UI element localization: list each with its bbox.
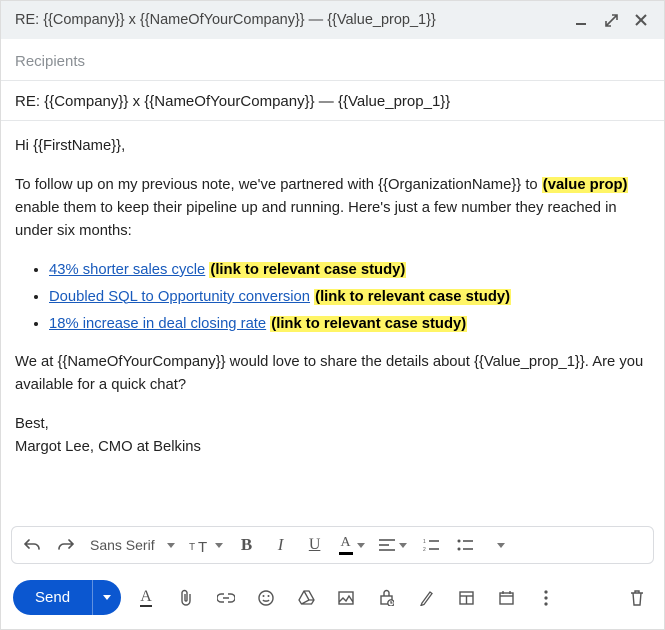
- list-item: Doubled SQL to Opportunity conversion (l…: [49, 286, 650, 309]
- discard-trash-icon[interactable]: [622, 583, 652, 613]
- calendar-icon[interactable]: [491, 583, 521, 613]
- link-note-highlight: (link to relevant case study): [209, 262, 406, 278]
- confidential-icon[interactable]: [371, 583, 401, 613]
- list-item: 18% increase in deal closing rate (link …: [49, 313, 650, 336]
- attach-icon[interactable]: [171, 583, 201, 613]
- bold-button[interactable]: B: [237, 533, 257, 557]
- more-options-icon[interactable]: [531, 583, 561, 613]
- bullet-list: 43% shorter sales cycle (link to relevan…: [15, 259, 650, 336]
- expand-icon[interactable]: [602, 11, 620, 29]
- link-icon[interactable]: [211, 583, 241, 613]
- redo-icon[interactable]: [56, 533, 76, 557]
- drive-icon[interactable]: [291, 583, 321, 613]
- align-button[interactable]: [379, 533, 407, 557]
- send-button[interactable]: Send: [13, 580, 92, 615]
- minimize-icon[interactable]: [572, 11, 590, 29]
- numbered-list-icon[interactable]: 12: [421, 533, 441, 557]
- svg-text:2: 2: [423, 547, 426, 552]
- list-item: 43% shorter sales cycle (link to relevan…: [49, 259, 650, 282]
- link-note-highlight: (link to relevant case study): [314, 289, 511, 305]
- svg-text:T: T: [189, 542, 195, 553]
- window-title: RE: {{Company}} x {{NameOfYourCompany}} …: [15, 12, 436, 28]
- svg-text:T: T: [198, 539, 207, 553]
- recipients-field[interactable]: Recipients: [1, 39, 664, 81]
- undo-icon[interactable]: [22, 533, 42, 557]
- message-body[interactable]: Hi {{FirstName}}, To follow up on my pre…: [1, 121, 664, 526]
- more-format-button[interactable]: [489, 533, 509, 557]
- layout-icon[interactable]: [451, 583, 481, 613]
- font-family-select[interactable]: Sans Serif: [90, 537, 175, 553]
- value-prop-highlight: (value prop): [542, 177, 629, 193]
- subject-field[interactable]: RE: {{Company}} x {{NameOfYourCompany}} …: [1, 81, 664, 121]
- chevron-down-icon: [399, 543, 407, 548]
- underline-button[interactable]: U: [305, 533, 325, 557]
- title-bar: RE: {{Company}} x {{NameOfYourCompany}} …: [1, 1, 664, 39]
- send-options-button[interactable]: [92, 580, 121, 615]
- emoji-icon[interactable]: [251, 583, 281, 613]
- send-button-group: Send: [13, 580, 121, 615]
- formatting-toggle-button[interactable]: A: [131, 583, 161, 613]
- chevron-down-icon: [497, 543, 505, 548]
- case-study-link[interactable]: 43% shorter sales cycle: [49, 262, 205, 278]
- case-study-link[interactable]: Doubled SQL to Opportunity conversion: [49, 289, 310, 305]
- chevron-down-icon: [215, 543, 223, 548]
- svg-text:1: 1: [423, 539, 426, 545]
- bullet-list-icon[interactable]: [455, 533, 475, 557]
- font-size-button[interactable]: TT: [189, 533, 223, 557]
- chevron-down-icon: [167, 543, 175, 548]
- outro-paragraph: We at {{NameOfYourCompany}} would love t…: [15, 351, 650, 397]
- case-study-link[interactable]: 18% increase in deal closing rate: [49, 316, 266, 332]
- signature: Best, Margot Lee, CMO at Belkins: [15, 413, 650, 459]
- intro-paragraph: To follow up on my previous note, we've …: [15, 174, 650, 243]
- link-note-highlight: (link to relevant case study): [270, 316, 467, 332]
- insert-image-icon[interactable]: [331, 583, 361, 613]
- text-color-button[interactable]: A: [339, 533, 365, 557]
- signature-pen-icon[interactable]: [411, 583, 441, 613]
- chevron-down-icon: [357, 543, 365, 548]
- chevron-down-icon: [103, 595, 111, 600]
- close-icon[interactable]: [632, 11, 650, 29]
- italic-button[interactable]: I: [271, 533, 291, 557]
- format-toolbar: Sans Serif TT B I U A 12: [11, 526, 654, 564]
- action-bar: Send A: [1, 574, 664, 629]
- greeting: Hi {{FirstName}},: [15, 135, 650, 158]
- compose-window: RE: {{Company}} x {{NameOfYourCompany}} …: [0, 0, 665, 630]
